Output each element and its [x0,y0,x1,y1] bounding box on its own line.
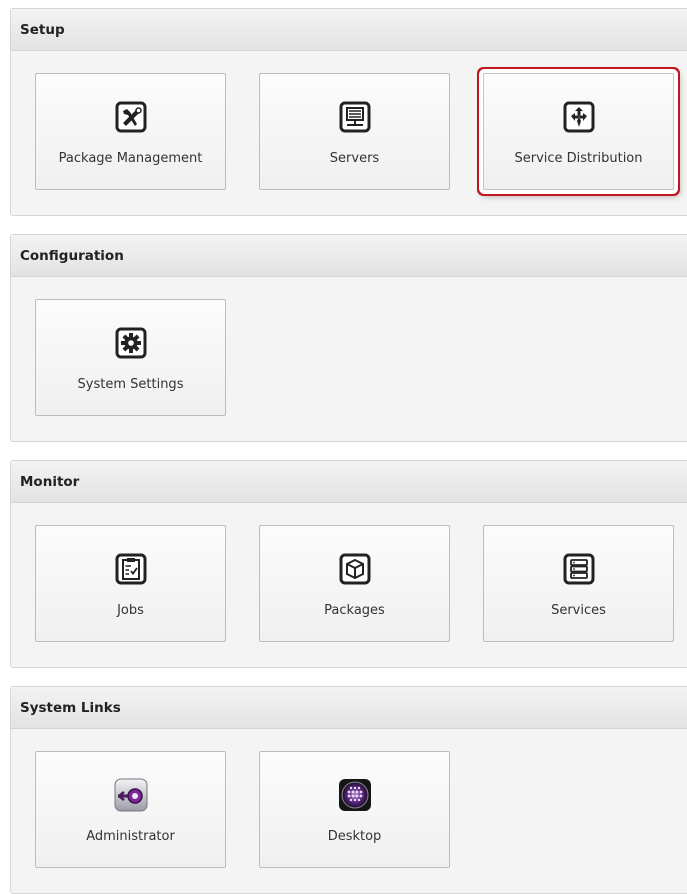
administrator-tile[interactable]: Administrator [35,751,226,868]
desktop-label: Desktop [327,829,382,844]
packages-label: Packages [324,603,385,618]
package-management-tile[interactable]: Package Management [35,73,226,190]
stacked-list-icon [561,551,597,587]
package-management-label: Package Management [58,151,203,166]
system-links-panel-title: System Links [11,687,687,729]
monitor-panel: Monitor Jobs Packages Services [10,460,687,668]
distribution-icon [561,99,597,135]
system-settings-label: System Settings [77,377,184,392]
desktop-app-icon [337,777,373,813]
administrator-label: Administrator [86,829,175,844]
services-tile[interactable]: Services [483,525,674,642]
servers-label: Servers [329,151,380,166]
tools-icon [113,99,149,135]
services-label: Services [551,603,606,618]
monitor-panel-title: Monitor [11,461,687,503]
service-distribution-tile[interactable]: Service Distribution [483,73,674,190]
system-links-panel: System Links Administrator Desktop [10,686,687,894]
desktop-tile[interactable]: Desktop [259,751,450,868]
clipboard-checklist-icon [113,551,149,587]
administrator-key-icon [113,777,149,813]
setup-panel: Setup Package Management Servers Service… [10,8,687,216]
server-icon [337,99,373,135]
setup-panel-title: Setup [11,9,687,51]
package-box-icon [337,551,373,587]
servers-tile[interactable]: Servers [259,73,450,190]
service-distribution-label: Service Distribution [514,151,643,166]
packages-tile[interactable]: Packages [259,525,450,642]
gear-icon [113,325,149,361]
jobs-label: Jobs [117,603,144,618]
system-settings-tile[interactable]: System Settings [35,299,226,416]
configuration-panel: Configuration System Settings [10,234,687,442]
configuration-panel-title: Configuration [11,235,687,277]
jobs-tile[interactable]: Jobs [35,525,226,642]
